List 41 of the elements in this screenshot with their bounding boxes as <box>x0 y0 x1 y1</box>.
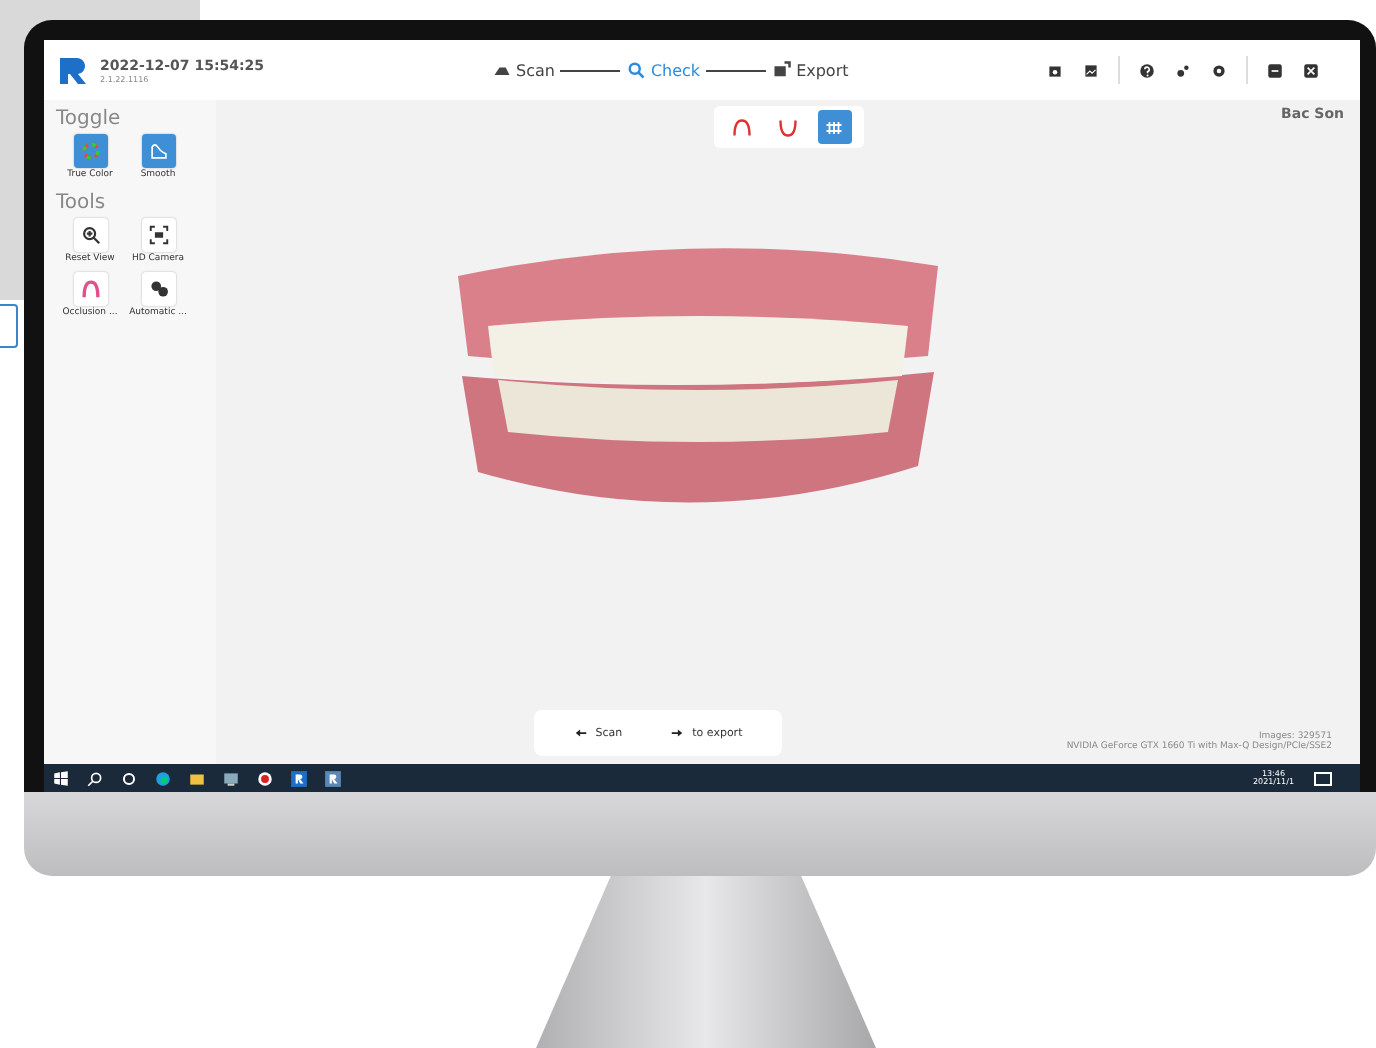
curve-icon <box>147 140 169 162</box>
image-icon[interactable] <box>1082 61 1100 79</box>
workflow-step[interactable]: Scan <box>492 60 555 80</box>
settings-icon[interactable] <box>1210 61 1228 79</box>
app-icon[interactable] <box>290 769 308 787</box>
workflow-step[interactable]: Check <box>626 60 701 80</box>
section-title: Toggle <box>56 108 123 130</box>
search-icon[interactable] <box>86 769 104 787</box>
workflow-step[interactable]: Export <box>772 60 849 80</box>
section-title: Tools <box>56 192 108 214</box>
tool-button[interactable] <box>73 218 107 252</box>
toggle-button[interactable] <box>73 134 107 168</box>
circle-icon[interactable] <box>120 769 138 787</box>
computer-icon[interactable] <box>222 769 240 787</box>
app-icon[interactable] <box>324 769 342 787</box>
magnifier-icon <box>626 60 647 80</box>
arrow-left-icon <box>573 726 588 740</box>
camera-frame-icon <box>147 224 169 246</box>
upper-arch-icon <box>730 115 754 139</box>
record-icon[interactable] <box>256 769 274 787</box>
camera-icon[interactable] <box>1046 61 1064 79</box>
step-connector <box>560 69 621 71</box>
export-icon <box>772 60 793 80</box>
tool-button[interactable] <box>141 272 175 306</box>
close-icon[interactable] <box>1302 61 1320 79</box>
notification-icon[interactable] <box>1314 771 1332 785</box>
folder-icon[interactable] <box>188 769 206 787</box>
windows-start-icon[interactable] <box>52 769 70 787</box>
arch-icon <box>79 278 101 300</box>
help-icon[interactable] <box>1138 61 1156 79</box>
browser-icon[interactable] <box>154 769 172 787</box>
view-button[interactable] <box>817 110 851 144</box>
toggle-button[interactable] <box>141 134 175 168</box>
zoom-icon <box>79 224 101 246</box>
color-ring-icon <box>79 140 101 162</box>
tool-button[interactable] <box>141 218 175 252</box>
logo-icon <box>56 54 88 86</box>
step-connector <box>706 69 767 71</box>
lower-arch-icon <box>776 115 800 139</box>
arrow-right-icon <box>670 726 685 740</box>
minimize-icon[interactable] <box>1266 61 1284 79</box>
